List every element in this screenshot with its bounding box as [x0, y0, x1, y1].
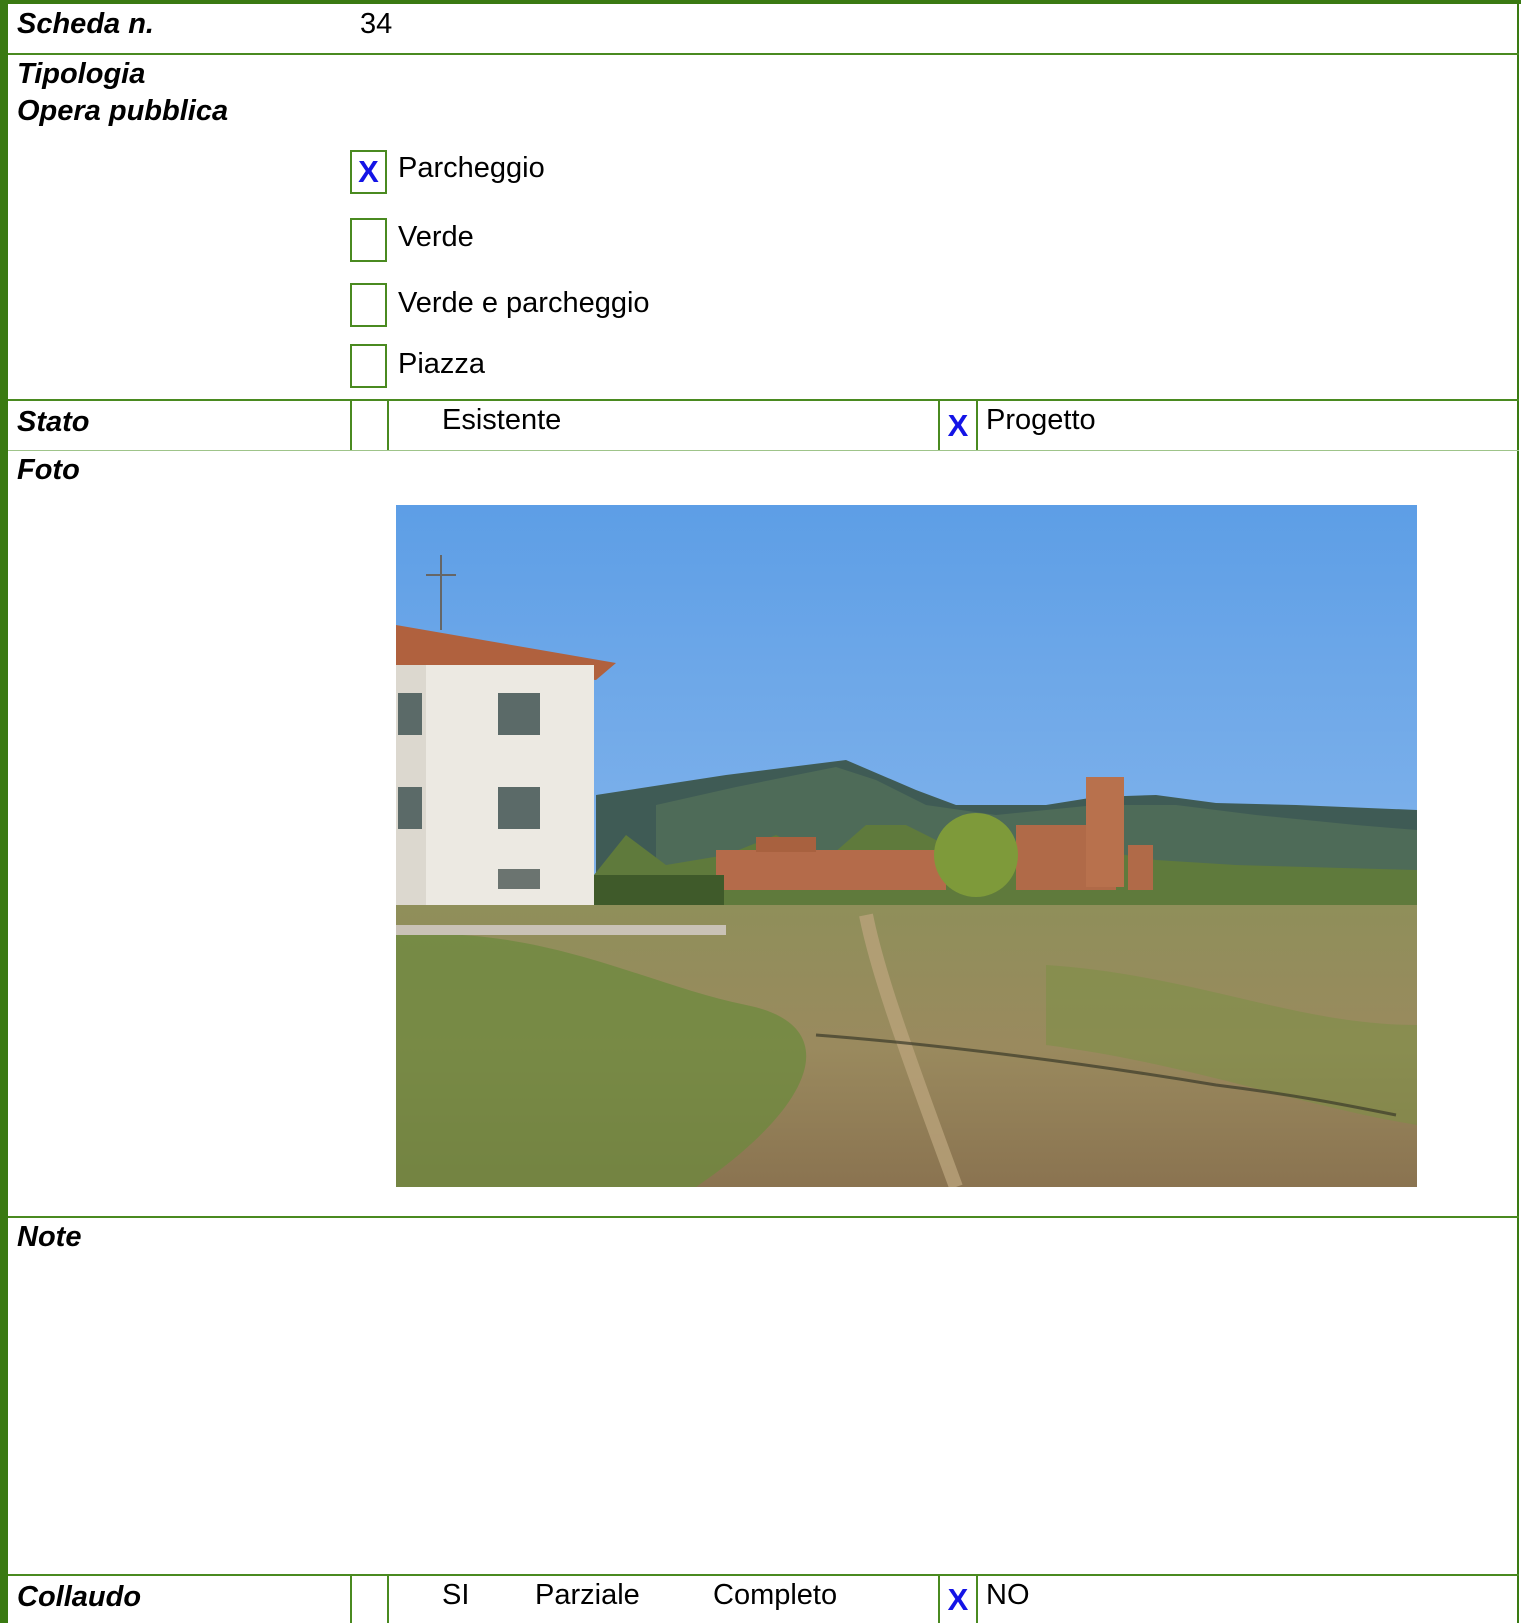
collaudo-si-label: SI	[442, 1579, 470, 1611]
divider	[8, 1216, 1519, 1218]
no-checkbox-right-edge	[976, 1576, 978, 1623]
parcheggio-checkbox[interactable]: X	[350, 150, 387, 194]
stato-label: Stato	[17, 406, 90, 438]
progetto-label: Progetto	[986, 404, 1096, 436]
progetto-checkbox[interactable]: X	[940, 401, 976, 451]
piazza-label: Piazza	[398, 348, 486, 380]
collaudo-checkbox-right-edge	[387, 1576, 389, 1623]
progetto-checkbox-right-edge	[976, 401, 978, 451]
frame-right-border	[1517, 0, 1519, 1623]
tipologia-label: Tipologia	[17, 58, 146, 90]
parcheggio-label: Parcheggio	[398, 152, 545, 184]
esistente-checkbox-left-edge	[350, 401, 352, 451]
note-label: Note	[17, 1221, 82, 1253]
collaudo-completo-label: Completo	[713, 1579, 838, 1611]
frame-top-border	[0, 0, 1521, 4]
foto-label: Foto	[17, 454, 80, 486]
collaudo-checkbox-left-edge	[350, 1576, 352, 1623]
esistente-checkbox-right-edge	[387, 401, 389, 451]
divider	[8, 450, 1519, 451]
piazza-checkbox[interactable]	[350, 344, 387, 388]
form-sheet: Scheda n. 34 Tipologia Opera pubblica X …	[0, 0, 1521, 1623]
verde-e-parcheggio-label: Verde e parcheggio	[398, 287, 650, 319]
collaudo-parziale-label: Parziale	[535, 1579, 640, 1611]
check-mark-icon: X	[358, 154, 379, 189]
verde-checkbox[interactable]	[350, 218, 387, 262]
divider	[8, 53, 1519, 55]
site-photo	[396, 505, 1417, 1187]
divider	[8, 1574, 1519, 1576]
collaudo-label: Collaudo	[17, 1581, 142, 1613]
frame-left-border	[0, 0, 8, 1623]
scheda-number: 34	[360, 8, 393, 40]
no-checkbox[interactable]: X	[940, 1576, 976, 1623]
scheda-label: Scheda n.	[17, 8, 154, 40]
collaudo-no-label: NO	[986, 1579, 1030, 1611]
verde-label: Verde	[398, 221, 474, 253]
divider	[8, 399, 1519, 401]
check-mark-icon: X	[947, 1581, 969, 1617]
opera-pubblica-label: Opera pubblica	[17, 95, 229, 127]
esistente-label: Esistente	[442, 404, 562, 436]
verde-e-parcheggio-checkbox[interactable]	[350, 283, 387, 327]
note-field	[360, 1219, 1500, 1569]
check-mark-icon: X	[947, 408, 969, 443]
